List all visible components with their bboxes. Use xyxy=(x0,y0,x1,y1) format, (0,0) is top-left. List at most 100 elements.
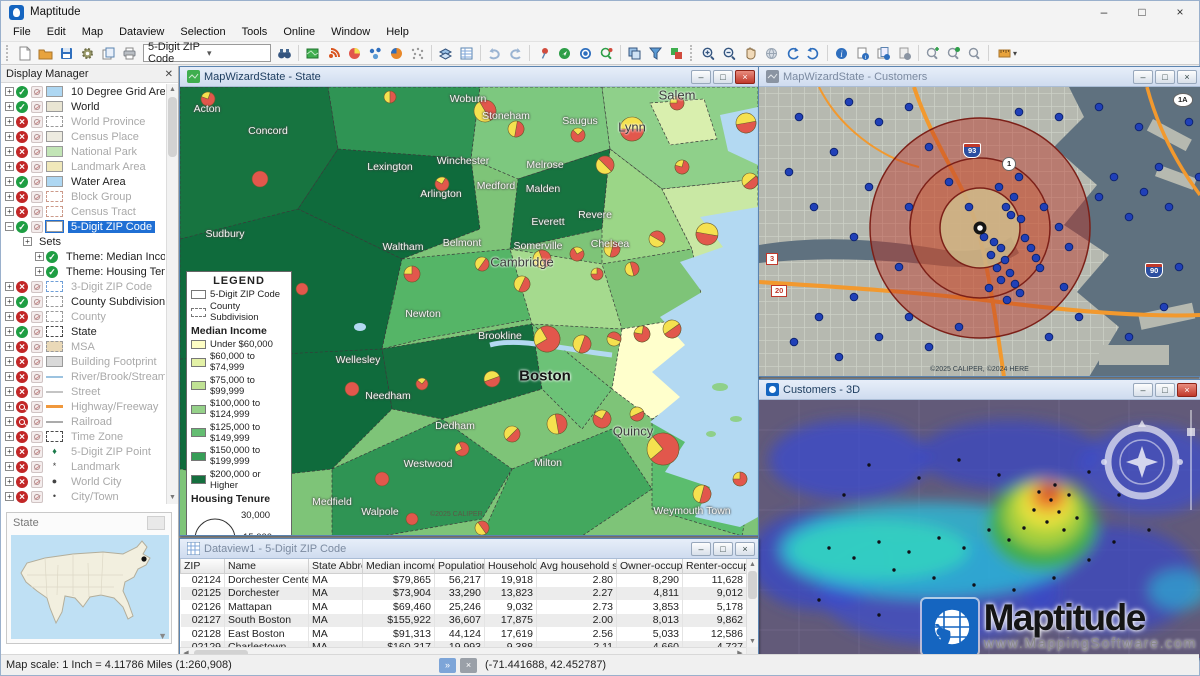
layer-visibility-icon[interactable] xyxy=(16,296,28,308)
info-gray-icon[interactable] xyxy=(894,44,915,63)
layer-visibility-icon[interactable] xyxy=(16,341,28,353)
expand-toggle[interactable]: + xyxy=(5,192,14,201)
info-page-icon[interactable]: i xyxy=(852,44,873,63)
minimize-button[interactable]: – xyxy=(1085,1,1123,23)
measure-icon[interactable]: ▾ xyxy=(992,44,1022,63)
layer-style-swatch[interactable] xyxy=(46,356,63,367)
expand-toggle[interactable]: + xyxy=(5,432,14,441)
pan-hand-icon[interactable] xyxy=(740,44,761,63)
expand-toggle[interactable]: + xyxy=(35,252,44,261)
restore-button[interactable]: □ xyxy=(713,70,733,84)
autoscale-icon[interactable] xyxy=(31,221,43,233)
dot-density-theme-icon[interactable] xyxy=(407,44,428,63)
restore-button[interactable]: □ xyxy=(1155,383,1175,397)
layer-visibility-icon[interactable] xyxy=(16,86,28,98)
autoscale-icon[interactable] xyxy=(31,416,43,428)
layer-row[interactable]: +3-Digit ZIP Code xyxy=(3,279,165,294)
layer-style-swatch[interactable]: ♦ xyxy=(46,446,63,457)
layer-visibility-icon[interactable] xyxy=(16,446,28,458)
display-manager-header[interactable]: Display Manager ✕ xyxy=(1,66,178,83)
layer-style-swatch[interactable] xyxy=(46,376,63,378)
expand-toggle[interactable]: + xyxy=(35,267,44,276)
layer-visibility-icon[interactable] xyxy=(16,311,28,323)
close-icon[interactable]: ✕ xyxy=(165,69,173,80)
expand-toggle[interactable]: + xyxy=(5,147,14,156)
cluster-theme-icon[interactable] xyxy=(365,44,386,63)
state-map-titlebar[interactable]: MapWizardState - State – □ × xyxy=(180,67,758,87)
close-status-button[interactable]: × xyxy=(460,658,477,673)
expand-toggle[interactable]: + xyxy=(5,492,14,501)
dataview-table-icon[interactable] xyxy=(456,44,477,63)
globe-icon[interactable] xyxy=(761,44,782,63)
toolbar-grip[interactable] xyxy=(6,45,11,61)
layer-row[interactable]: +Highway/Freeway xyxy=(3,399,165,414)
expand-toggle[interactable]: + xyxy=(5,447,14,456)
close-button[interactable]: × xyxy=(735,70,755,84)
layer-style-swatch[interactable] xyxy=(46,341,63,352)
column-header[interactable]: Avg household size xyxy=(537,559,617,573)
pushpin-icon[interactable] xyxy=(533,44,554,63)
layer-style-swatch[interactable] xyxy=(46,116,63,127)
layer-style-swatch[interactable] xyxy=(46,296,63,307)
autoscale-icon[interactable] xyxy=(31,131,43,143)
column-header[interactable]: Renter-occupied xyxy=(683,559,747,573)
layer-row[interactable]: +Building Footprint xyxy=(3,354,165,369)
minimize-button[interactable]: – xyxy=(691,70,711,84)
layer-style-swatch[interactable] xyxy=(46,206,63,217)
scroll-thumb[interactable] xyxy=(168,97,177,157)
restore-button[interactable]: □ xyxy=(1155,70,1175,84)
chart-theme-icon[interactable] xyxy=(386,44,407,63)
layer-visibility-icon[interactable] xyxy=(16,401,28,413)
find-binoculars-icon[interactable] xyxy=(274,44,295,63)
expand-toggle[interactable]: + xyxy=(5,357,14,366)
layer-style-swatch[interactable]: * xyxy=(46,461,63,472)
layer-style-swatch[interactable] xyxy=(46,131,63,142)
layer-row[interactable]: +Time Zone xyxy=(3,429,165,444)
print-icon[interactable] xyxy=(119,44,140,63)
autoscale-icon[interactable] xyxy=(31,356,43,368)
layer-visibility-icon[interactable] xyxy=(16,116,28,128)
layer-row[interactable]: +Census Place xyxy=(3,129,165,144)
titlebar[interactable]: Maptitude – □ × xyxy=(1,1,1199,23)
header-row[interactable]: ZIPNameState AbbrevMedian incomePopulati… xyxy=(181,559,759,573)
new-map-icon[interactable] xyxy=(302,44,323,63)
dataview-titlebar[interactable]: Dataview1 - 5-Digit ZIP Code – □ × xyxy=(180,539,758,559)
layer-row[interactable]: +Theme: Housing Tenure xyxy=(3,264,165,279)
expand-toggle[interactable]: + xyxy=(5,117,14,126)
merge-icon[interactable] xyxy=(666,44,687,63)
column-header[interactable]: Population xyxy=(435,559,485,573)
expand-toggle[interactable]: + xyxy=(5,372,14,381)
layer-row[interactable]: +World xyxy=(3,99,165,114)
expand-toggle[interactable]: + xyxy=(5,387,14,396)
layer-style-swatch[interactable] xyxy=(46,281,63,292)
autoscale-icon[interactable] xyxy=(31,161,43,173)
autoscale-icon[interactable] xyxy=(31,116,43,128)
autoscale-icon[interactable] xyxy=(31,476,43,488)
layers-icon[interactable] xyxy=(435,44,456,63)
expand-toggle[interactable]: + xyxy=(5,327,14,336)
theme-signal-icon[interactable] xyxy=(323,44,344,63)
layer-row[interactable]: +National Park xyxy=(3,144,165,159)
select-route-icon[interactable] xyxy=(943,44,964,63)
layer-row[interactable]: +●World City xyxy=(3,474,165,489)
open-folder-icon[interactable] xyxy=(35,44,56,63)
layer-visibility-icon[interactable] xyxy=(16,146,28,158)
expand-toggle[interactable]: + xyxy=(5,342,14,351)
settings-gear-icon[interactable] xyxy=(77,44,98,63)
overview-options-button[interactable] xyxy=(147,516,165,530)
layer-visibility-icon[interactable] xyxy=(46,251,58,263)
expand-toggle[interactable]: + xyxy=(23,237,32,246)
autoscale-icon[interactable] xyxy=(31,176,43,188)
scroll-up-icon[interactable]: ▲ xyxy=(747,559,758,570)
overview-us-map[interactable] xyxy=(11,535,167,637)
layer-style-swatch[interactable] xyxy=(46,311,63,322)
zoom-out-icon[interactable] xyxy=(719,44,740,63)
undo-icon[interactable] xyxy=(484,44,505,63)
layer-style-swatch[interactable] xyxy=(46,161,63,172)
zoom-in-icon[interactable] xyxy=(698,44,719,63)
autoscale-icon[interactable] xyxy=(31,191,43,203)
autoscale-icon[interactable] xyxy=(31,206,43,218)
layer-row[interactable]: +Railroad xyxy=(3,414,165,429)
autoscale-icon[interactable] xyxy=(31,431,43,443)
state-map-window[interactable]: MapWizardState - State – □ × xyxy=(179,66,759,536)
